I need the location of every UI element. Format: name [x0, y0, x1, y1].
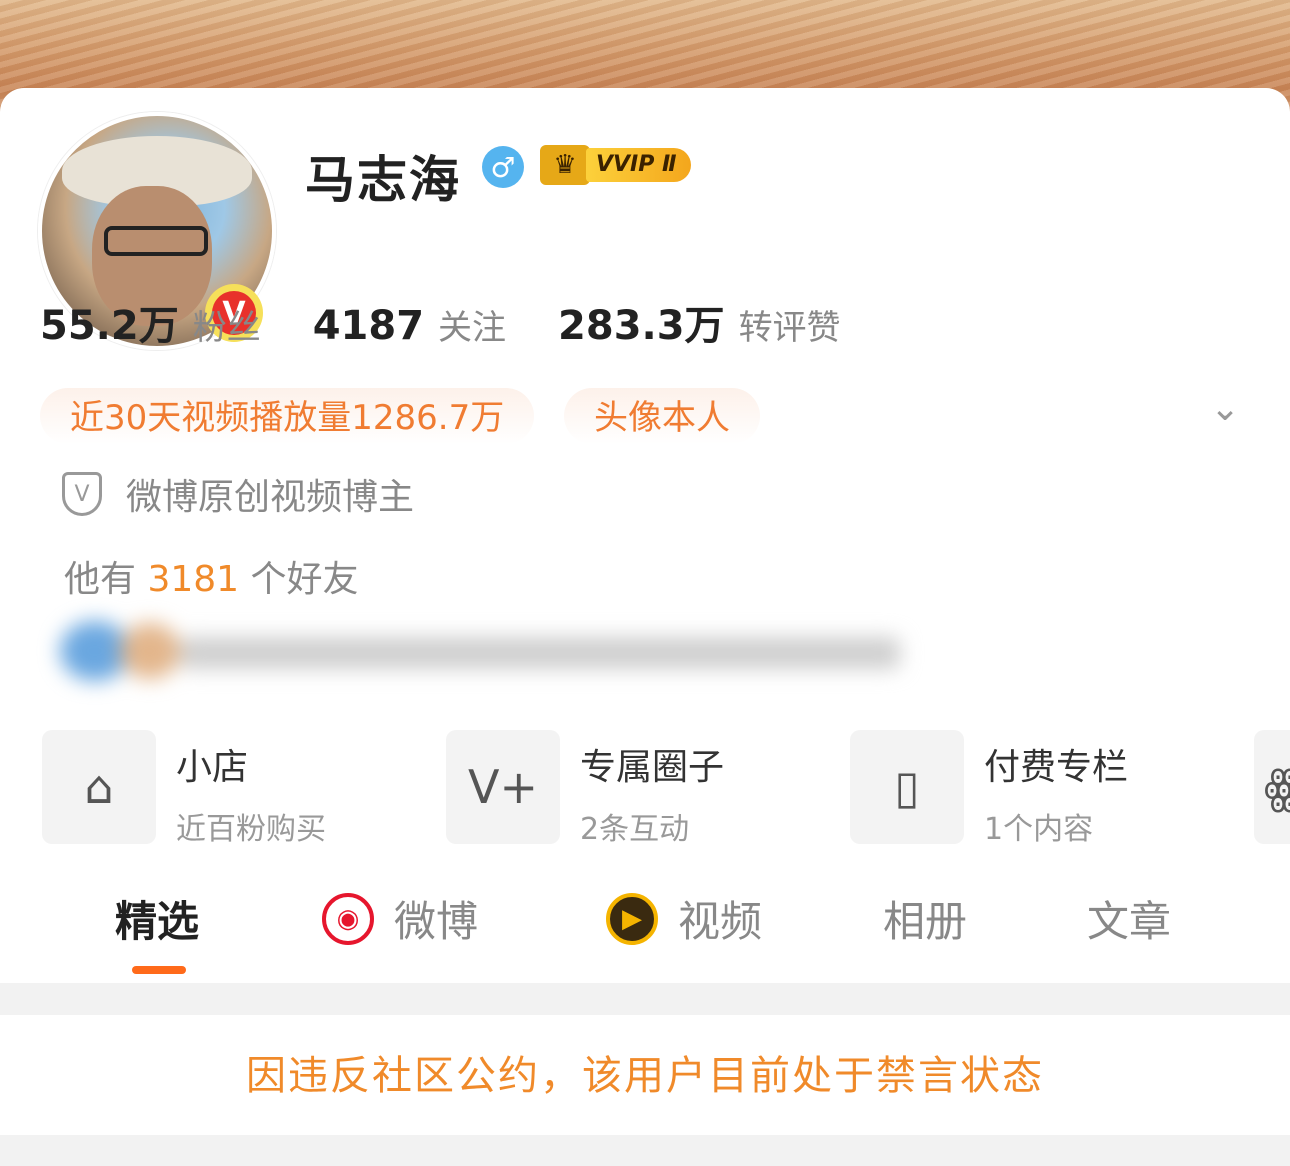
friends-count[interactable]: 他有 3181 个好友 [64, 550, 359, 602]
service-shop[interactable]: ⌂ 小店 近百粉购买 [42, 730, 446, 848]
avatar-self-tag[interactable]: 头像本人 [564, 388, 760, 444]
weibo-icon: ◉ [322, 892, 374, 945]
stats-row: 55.2万 粉丝 4187 关注 283.3万 转评赞 [40, 293, 893, 351]
blurred-avatar [120, 623, 180, 679]
tab-label: 微博 [394, 897, 479, 946]
services-row: ⌂ 小店 近百粉购买 V+ 专属圈子 2条互动 ▯ 付费专栏 1个内容 ꙮ [42, 730, 1290, 848]
tab-album[interactable]: 相册 [883, 888, 967, 949]
stat-interactions[interactable]: 283.3万 转评赞 [558, 293, 841, 351]
tab-label: 视频 [678, 897, 763, 946]
service-paid-column[interactable]: ▯ 付费专栏 1个内容 [850, 730, 1254, 848]
tab-label: 精选 [115, 897, 200, 946]
shop-icon: ⌂ [42, 730, 156, 844]
service-title: 专属圈子 [580, 747, 725, 788]
stat-label: 粉丝 [192, 308, 261, 348]
video-views-tag[interactable]: 近30天视频播放量1286.7万 [40, 388, 535, 444]
tab-video[interactable]: ▶ 视频 [606, 888, 762, 949]
content-tabs: 精选 ◉ 微博 ▶ 视频 相册 文章 [0, 878, 1290, 978]
service-title: 小店 [176, 747, 249, 788]
tab-label: 相册 [883, 897, 968, 946]
tab-featured[interactable]: 精选 [115, 888, 199, 949]
friends-prefix: 他有 [64, 559, 137, 600]
shield-icon: V [62, 472, 102, 516]
friends-suffix: 个好友 [250, 559, 359, 600]
blurred-text [180, 637, 900, 669]
vvip-badge[interactable]: ♛ VVIP Ⅱ [540, 144, 691, 186]
column-icon: ▯ [850, 730, 964, 844]
vvip-label: VVIP Ⅱ [586, 148, 691, 182]
active-tab-indicator [132, 966, 186, 974]
stat-following[interactable]: 4187 关注 [313, 300, 506, 349]
stat-value: 55.2万 [40, 303, 179, 349]
male-gender-icon: ♂ [482, 146, 524, 188]
more-icon: ꙮ [1254, 730, 1290, 844]
tab-weibo[interactable]: ◉ 微博 [322, 888, 478, 949]
tab-label: 文章 [1087, 897, 1172, 946]
circle-icon: V+ [446, 730, 560, 844]
section-divider [0, 1135, 1290, 1166]
blurred-content [50, 613, 910, 693]
profile-card: V 马志海 ♂ ♛ VVIP Ⅱ 55.2万 粉丝 4187 关注 283.3万… [0, 88, 1290, 1166]
ban-notice: 因违反社区公约，该用户目前处于禁言状态 [0, 1015, 1290, 1137]
service-subtitle: 1个内容 [984, 812, 1094, 847]
stat-value: 283.3万 [558, 303, 725, 349]
service-subtitle: 2条互动 [580, 812, 690, 847]
tab-articles[interactable]: 文章 [1087, 888, 1171, 949]
stat-followers[interactable]: 55.2万 粉丝 [40, 293, 261, 351]
video-icon: ▶ [606, 892, 658, 945]
stat-label: 转评赞 [738, 308, 841, 348]
crown-icon: ♛ [540, 145, 590, 185]
verification-row[interactable]: V 微博原创视频博主 [62, 468, 414, 520]
profile-name: 马志海 [305, 151, 461, 209]
service-circle[interactable]: V+ 专属圈子 2条互动 [446, 730, 850, 848]
service-subtitle: 近百粉购买 [176, 812, 326, 847]
avatar-glasses [104, 226, 208, 256]
stat-label: 关注 [438, 308, 507, 348]
friends-number: 3181 [147, 559, 240, 600]
verification-text: 微博原创视频博主 [126, 477, 415, 518]
chevron-down-icon[interactable]: ⌄ [1210, 388, 1250, 429]
service-title: 付费专栏 [984, 747, 1129, 788]
section-divider [0, 983, 1290, 1015]
service-more[interactable]: ꙮ [1254, 730, 1290, 848]
stat-value: 4187 [312, 303, 425, 349]
